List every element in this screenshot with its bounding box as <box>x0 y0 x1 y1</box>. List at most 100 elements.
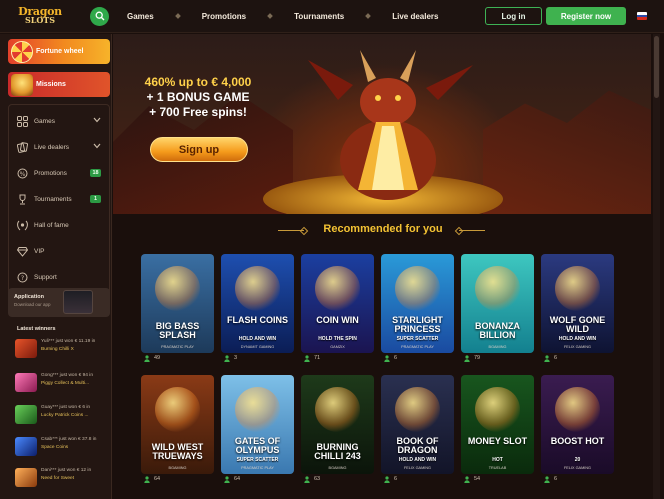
game-provider: FELIX GAMING <box>563 345 591 349</box>
chevron-down-icon <box>93 117 101 123</box>
sidebar-item-label: Games <box>34 117 55 125</box>
game-provider: BGAMING <box>168 466 187 470</box>
player-count: 64 <box>224 475 240 483</box>
game-title: MONEY SLOT <box>467 436 528 446</box>
game-card[interactable]: STARLIGHT PRINCESS SUPER SCATTER PRAGMATIC… <box>381 254 454 353</box>
player-count: 49 <box>144 354 160 362</box>
live-dealer-icon <box>17 141 28 153</box>
sidebar-item-label: VIP <box>34 247 45 255</box>
player-count: 64 <box>144 475 160 483</box>
game-title: GATES OF OLYMPUS <box>234 436 281 455</box>
language-flag-icon[interactable] <box>637 12 647 20</box>
chevron-down-icon <box>93 143 101 149</box>
game-card[interactable]: GATES OF OLYMPUS SUPER SCATTER PRAGMATIC P… <box>221 375 294 474</box>
sidebar-item-games[interactable]: Games <box>9 109 109 133</box>
game-card[interactable]: BOOST HOT 20 FELIX GAMING <box>541 375 614 474</box>
user-icon <box>464 354 470 362</box>
phone-mockup-image <box>63 290 93 314</box>
scrollbar[interactable] <box>653 34 660 499</box>
game-provider: TRUELAB <box>488 466 507 470</box>
game-card[interactable]: WOLF GONE WILD HOLD AND WIN FELIX GAMING <box>541 254 614 353</box>
game-card[interactable]: BIG BASS SPLASH PRAGMATIC PLAY <box>141 254 214 353</box>
game-title: BONANZA BILLION <box>475 321 520 340</box>
game-subtitle: SUPER SCATTER <box>236 457 279 463</box>
app-title: Application <box>14 294 44 300</box>
game-artwork-shape <box>315 387 360 432</box>
player-count: 6 <box>544 354 557 362</box>
player-count: 6 <box>384 475 397 483</box>
winner-item[interactable]: Yuli*** just won € 11.19 in Burning Chil… <box>15 339 110 363</box>
game-card[interactable]: BONANZA BILLION BGAMING <box>461 254 534 353</box>
app-download-banner[interactable]: Application Download our app <box>8 288 110 317</box>
winner-item[interactable]: Csab*** just won € 37.8 in Space Coins <box>15 437 110 461</box>
winner-text: Dani*** just won € 12 in <box>41 468 92 473</box>
game-subtitle: HOLD AND WIN <box>558 336 597 342</box>
search-button[interactable] <box>90 6 109 26</box>
game-card[interactable]: BURNING CHILLI 243 BGAMING <box>301 375 374 474</box>
games-icon <box>17 115 28 127</box>
game-provider: PRAGMATIC PLAY <box>241 466 274 470</box>
game-title: BIG BASS SPLASH <box>155 321 200 340</box>
winner-game: Lucky Patrick Coins ... <box>41 413 89 418</box>
nav-separator <box>267 13 273 19</box>
scrollbar-thumb[interactable] <box>654 36 659 98</box>
nav-live-dealers[interactable]: Live dealers <box>384 12 446 21</box>
support-icon: ? <box>17 272 28 282</box>
sidebar-item-live-dealers[interactable]: Live dealers <box>9 135 109 159</box>
sidebar-item-vip[interactable]: VIP <box>9 239 109 263</box>
sidebar: Fortune wheel Missions Games Live dealer… <box>0 34 112 499</box>
game-card[interactable]: BOOK OF DRAGON HOLD AND WIN FELIX GAMING <box>381 375 454 474</box>
game-card[interactable]: COIN WIN HOLD THE SPIN GAMZIX <box>301 254 374 353</box>
nav-separator <box>174 13 181 19</box>
player-count-value: 71 <box>314 355 321 361</box>
game-title: STARLIGHT PRINCESS <box>392 315 443 334</box>
sidebar-item-label: Support <box>34 273 57 281</box>
winner-game: Burning Chilli X <box>41 347 74 352</box>
latest-winners-title: Latest winners <box>17 326 56 332</box>
missions-label: Missions <box>36 81 66 88</box>
hero-offer-line1: 460% up to € 4,000 <box>144 75 252 89</box>
game-card[interactable]: WILD WEST TRUEWAYS BGAMING <box>141 375 214 474</box>
game-subtitle: HOLD AND WIN <box>238 336 277 342</box>
dragon-image <box>308 50 473 200</box>
nav-tournaments[interactable]: Tournaments <box>286 12 352 21</box>
winner-game-thumbnail <box>15 339 37 358</box>
svg-text:?: ? <box>21 274 24 282</box>
sidebar-item-promotions[interactable]: % Promotions 18 <box>9 161 109 185</box>
nav-games[interactable]: Games <box>119 12 162 21</box>
signup-button[interactable]: Sign up <box>150 137 248 162</box>
game-card[interactable]: MONEY SLOT HOT TRUELAB <box>461 375 534 474</box>
player-count-value: 6 <box>394 355 398 361</box>
user-icon <box>224 475 230 483</box>
sidebar-item-hall-of-fame[interactable]: Hall of fame <box>9 213 109 237</box>
sidebar-item-tournaments[interactable]: Tournaments 1 <box>9 187 109 211</box>
player-count-value: 6 <box>554 476 558 482</box>
sidebar-item-label: Live dealers <box>34 143 70 151</box>
sidebar-item-label: Promotions <box>34 169 67 177</box>
game-title: COIN WIN <box>316 315 359 325</box>
player-count: 6 <box>544 475 557 483</box>
nav-promotions[interactable]: Promotions <box>194 12 254 21</box>
winner-item[interactable]: Guay*** just won € 6 in Lucky Patrick Co… <box>15 405 110 429</box>
logo[interactable]: Dragon SLOTS <box>12 6 68 25</box>
fortune-wheel-button[interactable]: Fortune wheel <box>8 39 110 64</box>
login-button[interactable]: Log in <box>485 7 542 25</box>
register-button[interactable]: Register now <box>546 7 626 25</box>
winner-text: Csab*** just won € 37.8 in <box>41 437 97 442</box>
fortune-wheel-label: Fortune wheel <box>36 48 84 55</box>
user-icon <box>384 475 390 483</box>
sidebar-item-support[interactable]: ? Support <box>9 265 109 289</box>
user-icon <box>464 475 470 483</box>
player-count: 79 <box>464 354 480 362</box>
game-provider: BGAMING <box>488 345 507 349</box>
app-subtitle: Download our app <box>14 302 51 307</box>
winner-item[interactable]: Dani*** just won € 12 in Need for Sweet <box>15 468 110 492</box>
game-card[interactable]: FLASH COINS HOLD AND WIN DYNAMIT GAMING <box>221 254 294 353</box>
missions-button[interactable]: Missions <box>8 72 110 97</box>
player-count-value: 64 <box>154 476 161 482</box>
game-title: WOLF GONE WILD <box>549 315 606 334</box>
winner-item[interactable]: Gong*** just won € 94 in Piggy Collect &… <box>15 373 110 397</box>
main-nav: Games Promotions Tournaments Live dealer… <box>119 12 446 21</box>
user-icon <box>384 354 390 362</box>
winner-game: Need for Sweet <box>41 476 75 481</box>
